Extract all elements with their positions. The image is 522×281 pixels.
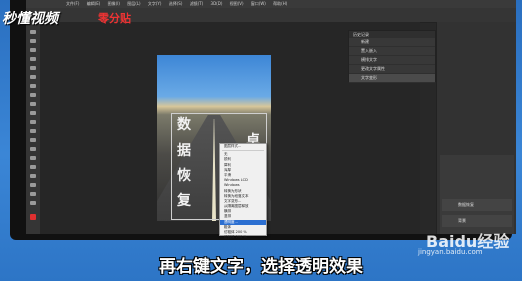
layers-panel: 数据恢复 背景: [440, 155, 514, 234]
color-swatch-icon[interactable]: [30, 214, 36, 220]
crop-tool-icon[interactable]: [30, 66, 36, 70]
menu-bar: 文件(F) 编辑(E) 图像(I) 图层(L) 文字(Y) 选择(S) 滤镜(T…: [26, 0, 516, 8]
menu-item[interactable]: 文字(Y): [148, 1, 162, 6]
canvas-text-char: 恢: [177, 168, 191, 184]
type-tool-icon[interactable]: [30, 165, 36, 169]
layer-row[interactable]: 背景: [442, 215, 512, 227]
context-menu-item[interactable]: 仿斜体 200 %: [220, 235, 266, 240]
layer-name: 背景: [458, 218, 466, 223]
menu-item[interactable]: 3D(D): [211, 1, 223, 6]
menu-item[interactable]: 窗口(W): [251, 1, 266, 6]
layer-name: 数据恢复: [458, 202, 474, 207]
lasso-tool-icon[interactable]: [30, 48, 36, 52]
eraser-tool-icon[interactable]: [30, 120, 36, 124]
menu-item[interactable]: 编辑(E): [87, 1, 101, 6]
context-menu-item[interactable]: 图层样式...: [220, 144, 266, 149]
brand-logo: 秒懂视频: [2, 11, 58, 27]
menu-item[interactable]: 滤镜(T): [190, 1, 204, 6]
history-item[interactable]: 置入嵌入: [349, 47, 435, 56]
subtitle-caption: 再右键文字，选择透明效果: [159, 257, 363, 277]
photoshop-screen: 文件(F) 编辑(E) 图像(I) 图层(L) 文字(Y) 选择(S) 滤镜(T…: [26, 0, 516, 234]
canvas-text-char: 复: [177, 193, 191, 209]
menu-item[interactable]: 选择(S): [169, 1, 183, 6]
brand-logo-secondary: 零分贴: [98, 12, 131, 25]
menu-item[interactable]: 图像(I): [108, 1, 120, 6]
history-item[interactable]: 新建: [349, 38, 435, 47]
zoom-tool-icon[interactable]: [30, 201, 36, 205]
eyedropper-tool-icon[interactable]: [30, 75, 36, 79]
gradient-tool-icon[interactable]: [30, 129, 36, 133]
layer-row[interactable]: 数据恢复: [442, 199, 512, 211]
menu-item[interactable]: 文件(F): [66, 1, 79, 6]
hand-tool-icon[interactable]: [30, 192, 36, 196]
context-menu: 图层样式... 无 锐利 犀利 浑厚 平滑 Windows LCD Window…: [219, 143, 267, 239]
history-item[interactable]: 更改文字属性: [349, 65, 435, 74]
move-tool-icon[interactable]: [30, 30, 36, 34]
shape-tool-icon[interactable]: [30, 183, 36, 187]
history-brush-tool-icon[interactable]: [30, 111, 36, 115]
path-select-tool-icon[interactable]: [30, 174, 36, 178]
canvas-text-char: 数: [177, 117, 191, 133]
healing-tool-icon[interactable]: [30, 84, 36, 88]
marquee-tool-icon[interactable]: [30, 39, 36, 43]
quick-select-tool-icon[interactable]: [30, 57, 36, 61]
menu-separator: [222, 150, 264, 152]
tools-panel: [26, 22, 41, 234]
menu-item[interactable]: 图层(L): [127, 1, 140, 6]
stamp-tool-icon[interactable]: [30, 102, 36, 106]
menu-item[interactable]: 视图(V): [230, 1, 244, 6]
history-title: 历史记录: [349, 31, 435, 38]
blur-tool-icon[interactable]: [30, 138, 36, 142]
pen-tool-icon[interactable]: [30, 156, 36, 160]
history-item[interactable]: 文字变形: [349, 74, 435, 83]
history-item[interactable]: 横排文字: [349, 56, 435, 65]
history-panel: 历史记录 新建 置入嵌入 横排文字 更改文字属性 文字变形: [348, 30, 436, 83]
brush-tool-icon[interactable]: [30, 93, 36, 97]
canvas-text-char: 据: [177, 143, 191, 159]
dodge-tool-icon[interactable]: [30, 147, 36, 151]
menu-item[interactable]: 帮助(H): [273, 1, 287, 6]
